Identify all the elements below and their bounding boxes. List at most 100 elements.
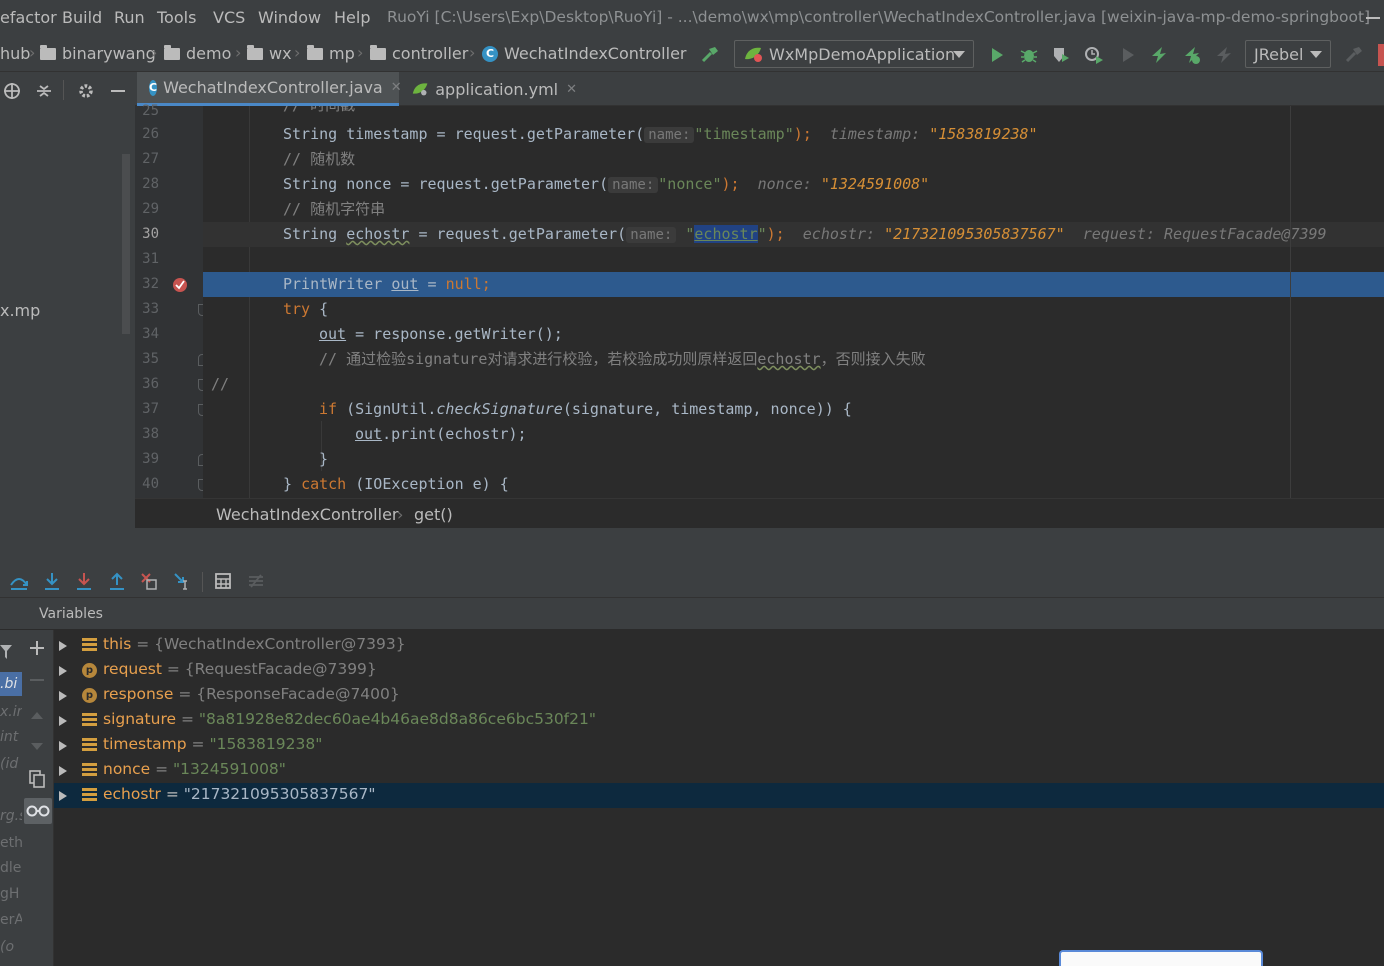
crumb-wx[interactable]: wx	[247, 44, 292, 63]
gear-icon[interactable]	[75, 80, 97, 102]
code-line: } catch (IOException e) {	[283, 475, 509, 493]
variable-row[interactable]: p request = {RequestFacade@7399}	[54, 658, 1384, 683]
collapse-all-icon[interactable]	[33, 80, 55, 102]
filter-icon[interactable]	[0, 644, 12, 663]
frame-item[interactable]: eth	[0, 835, 23, 851]
variables-title: Variables	[39, 606, 103, 622]
crumb-binarywang[interactable]: binarywang	[40, 44, 156, 63]
step-into-icon[interactable]	[41, 570, 63, 592]
frame-item[interactable]: gH	[0, 886, 19, 902]
menu-vcs[interactable]: VCS	[213, 8, 245, 27]
run-configuration-select[interactable]: WxMpDemoApplication	[734, 40, 974, 68]
locate-icon[interactable]	[1, 80, 23, 102]
step-out-icon[interactable]	[106, 570, 128, 592]
build-project-disabled-icon[interactable]	[1343, 44, 1365, 66]
minimize-icon[interactable]	[1366, 17, 1380, 19]
close-icon[interactable]: ✕	[391, 80, 402, 95]
project-tree-item[interactable]: x.mp	[0, 301, 40, 320]
menu-run[interactable]: Run	[114, 8, 145, 27]
frame-item[interactable]: (o	[0, 939, 14, 955]
menu-build[interactable]: Build	[62, 8, 102, 27]
show-execution-point-icon[interactable]	[8, 570, 30, 592]
scrollbar[interactable]	[122, 154, 130, 334]
glasses-icon[interactable]	[24, 798, 52, 824]
jrebel-select[interactable]: JRebel	[1245, 40, 1331, 68]
run-disabled-icon[interactable]	[1117, 44, 1139, 66]
profile-icon[interactable]	[1083, 44, 1105, 66]
expand-arrow-icon[interactable]	[59, 641, 67, 651]
folder-icon	[307, 44, 323, 60]
editor-gutter[interactable]: 25 26 27 28 29 30 31 32 33 34 35 36 37 3…	[135, 103, 233, 498]
drop-frame-icon[interactable]	[138, 570, 160, 592]
variable-row[interactable]: this = {WechatIndexController@7393}	[54, 633, 1384, 658]
crumb-controller[interactable]: controller	[370, 44, 468, 63]
crumb-hub[interactable]: hub	[0, 44, 30, 63]
expand-arrow-icon[interactable]	[59, 691, 67, 701]
selected-text[interactable]: echostr	[694, 225, 758, 243]
jrebel-disabled-icon[interactable]	[1213, 44, 1235, 66]
code-editor[interactable]: // 时间戳 String timestamp = request.getPar…	[203, 106, 1384, 498]
crumb-demo[interactable]: demo	[164, 44, 231, 63]
menu-help[interactable]: Help	[334, 8, 370, 27]
variable-row[interactable]: nonce = "1324591008"	[54, 758, 1384, 783]
stop-icon[interactable]	[1378, 44, 1384, 66]
frame-item[interactable]: .bi	[0, 676, 17, 692]
menu-tools[interactable]: Tools	[157, 8, 196, 27]
code-line: String timestamp = request.getParameter(…	[283, 125, 1038, 143]
close-icon[interactable]: ✕	[566, 82, 577, 97]
breadcrumb-class[interactable]: WechatIndexController	[216, 505, 399, 524]
expand-arrow-icon[interactable]	[59, 766, 67, 776]
expand-arrow-icon[interactable]	[59, 666, 67, 676]
minimize-panel-icon[interactable]	[107, 80, 129, 102]
crumb-wechat-index-controller[interactable]: C WechatIndexController	[482, 44, 687, 63]
jrebel-debug-icon[interactable]	[1181, 44, 1203, 66]
variable-row[interactable]: timestamp = "1583819238"	[54, 733, 1384, 758]
expand-arrow-icon[interactable]	[59, 716, 67, 726]
input-method-toolbar[interactable]	[1059, 950, 1263, 966]
run-to-cursor-icon[interactable]	[171, 570, 193, 592]
editor-tab-bar: C WechatIndexController.java ✕ applicati…	[135, 72, 1384, 106]
tab-wechat-index-controller[interactable]: C WechatIndexController.java ✕	[137, 72, 402, 106]
move-up-icon[interactable]	[29, 706, 45, 725]
add-watch-icon[interactable]	[29, 640, 45, 660]
remove-watch-icon[interactable]	[29, 672, 45, 692]
variable-row-selected[interactable]: echostr = "217321095305837567"	[54, 783, 1384, 808]
code-line-current: String echostr = request.getParameter(na…	[203, 222, 1384, 247]
menu-window[interactable]: Window	[258, 8, 321, 27]
expand-arrow-icon[interactable]	[59, 791, 67, 801]
menu-refactor[interactable]: efactor	[0, 8, 57, 27]
tab-label: application.yml	[435, 79, 559, 99]
run-icon[interactable]	[986, 44, 1008, 66]
copy-icon[interactable]	[29, 770, 45, 792]
evaluate-expression-icon[interactable]	[212, 570, 234, 592]
menu-bar: efactor Build Run Tools VCS Window Help …	[0, 0, 1384, 36]
class-icon: C	[149, 79, 158, 96]
parameter-icon: p	[82, 663, 97, 678]
line-number: 37	[142, 401, 159, 417]
line-number: 30	[142, 226, 159, 242]
crumb-mp[interactable]: mp	[307, 44, 355, 63]
expand-arrow-icon[interactable]	[59, 741, 67, 751]
coverage-icon[interactable]	[1050, 44, 1072, 66]
line-number: 32	[142, 276, 159, 292]
trace-icon[interactable]	[245, 570, 267, 592]
frames-panel[interactable]: .bi x.in int (id rg.s eth dle gH erA (o	[0, 630, 26, 966]
frame-item[interactable]: dle	[0, 860, 21, 876]
line-number: 35	[142, 351, 159, 367]
tab-application-yml[interactable]: application.yml ✕	[407, 72, 577, 106]
frame-item[interactable]: erA	[0, 912, 24, 928]
field-icon	[82, 763, 97, 778]
breakpoint-icon[interactable]	[172, 277, 188, 297]
variable-row[interactable]: p response = {ResponseFacade@7400}	[54, 683, 1384, 708]
debug-icon[interactable]	[1018, 44, 1040, 66]
breadcrumb-method[interactable]: get()	[414, 505, 453, 524]
move-down-icon[interactable]	[29, 738, 45, 757]
frame-item[interactable]: int	[0, 729, 18, 745]
hammer-icon[interactable]	[699, 44, 721, 66]
line-number: 27	[142, 151, 159, 167]
variable-row[interactable]: signature = "8a81928e82dec60ae4b46ae8d8a…	[54, 708, 1384, 733]
force-step-into-icon[interactable]	[73, 570, 95, 592]
jrebel-run-icon[interactable]	[1148, 44, 1170, 66]
frame-item[interactable]: (id	[0, 756, 18, 772]
debug-toolbar	[0, 564, 1384, 598]
